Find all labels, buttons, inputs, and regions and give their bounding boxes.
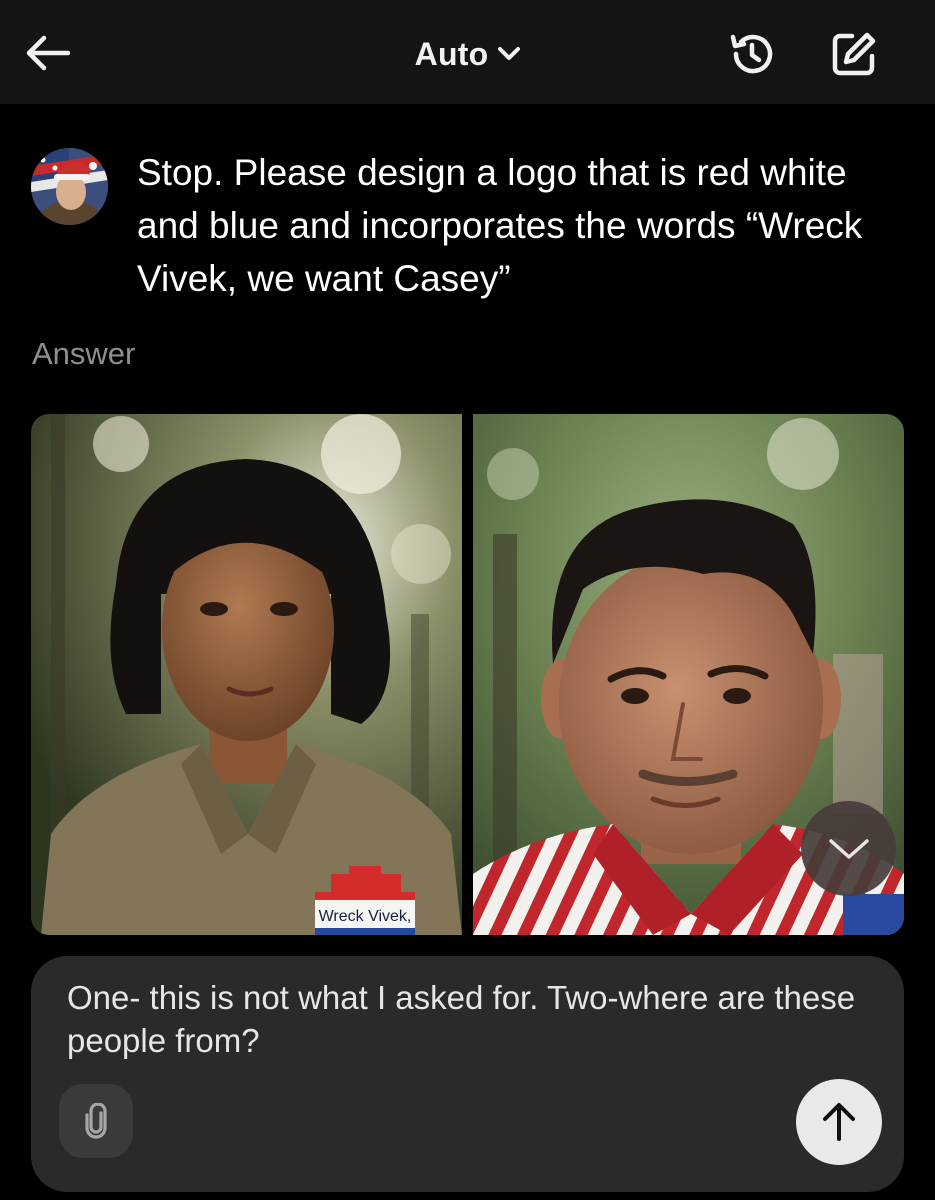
- history-button[interactable]: [722, 28, 782, 80]
- generated-image-woman[interactable]: Wreck Vivek,: [31, 414, 462, 935]
- history-icon: [730, 34, 773, 74]
- badge-text: Wreck Vivek,: [319, 908, 412, 925]
- answer-label: Answer: [32, 336, 136, 371]
- user-avatar: [31, 148, 108, 225]
- attach-button[interactable]: [59, 1084, 133, 1158]
- send-arrow-icon: [823, 1103, 855, 1141]
- generated-image-grid: Wreck Vivek,: [31, 414, 904, 935]
- mode-label: Auto: [414, 35, 489, 72]
- chevron-down-icon: [828, 838, 869, 859]
- message-input[interactable]: One- this is not what I asked for. Two-w…: [67, 976, 867, 1062]
- paperclip-icon: [85, 1103, 107, 1139]
- top-bar: Auto: [0, 0, 935, 104]
- chevron-down-icon: [498, 47, 521, 60]
- back-arrow-icon: [26, 35, 71, 71]
- new-chat-button[interactable]: [824, 28, 884, 80]
- back-button[interactable]: [22, 30, 74, 76]
- send-button[interactable]: [796, 1079, 882, 1165]
- scroll-down-button[interactable]: [801, 801, 896, 896]
- compose-icon: [832, 32, 876, 76]
- user-message: Stop. Please design a logo that is red w…: [137, 152, 863, 299]
- model-mode-selector[interactable]: Auto: [398, 32, 538, 76]
- message-composer: One- this is not what I asked for. Two-w…: [31, 956, 904, 1192]
